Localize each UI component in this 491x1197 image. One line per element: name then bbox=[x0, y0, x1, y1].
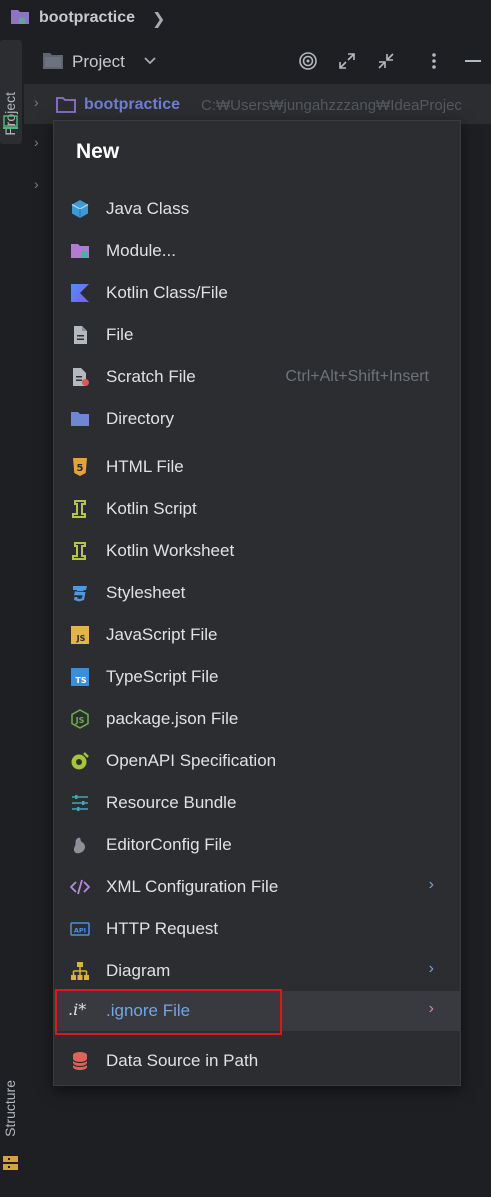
shortcut-label: Ctrl+Alt+Shift+Insert bbox=[285, 368, 429, 385]
submenu-arrow-icon: › bbox=[428, 876, 434, 893]
project-tab-label: Project bbox=[2, 92, 18, 136]
kotlin-icon bbox=[71, 284, 89, 302]
menu-title: New bbox=[76, 140, 120, 163]
menu-item-kotlin-worksheet[interactable]: Kotlin Worksheet bbox=[54, 531, 460, 571]
pane-folder-icon bbox=[42, 52, 64, 75]
collapse-all-icon[interactable] bbox=[375, 50, 397, 72]
menu-item-xml-configuration[interactable]: XML Configuration File › bbox=[54, 867, 460, 907]
svg-text:TS: TS bbox=[75, 676, 86, 685]
menu-item-scratch-file[interactable]: Scratch File Ctrl+Alt+Shift+Insert bbox=[54, 357, 460, 397]
menu-item-package-json[interactable]: JS package.json File bbox=[54, 699, 460, 739]
xml-icon bbox=[70, 879, 90, 895]
java-class-icon bbox=[71, 200, 89, 218]
expand-all-icon[interactable] bbox=[336, 50, 358, 72]
menu-item-data-source-in-path[interactable]: Data Source in Path bbox=[54, 1041, 460, 1081]
typescript-icon: TS bbox=[71, 668, 89, 686]
menu-item-diagram[interactable]: Diagram › bbox=[54, 951, 460, 991]
svg-text:API: API bbox=[74, 927, 86, 935]
locate-icon[interactable] bbox=[297, 50, 319, 72]
javascript-icon: JS bbox=[71, 626, 89, 644]
kotlin-worksheet-icon bbox=[72, 542, 86, 560]
nodejs-icon: JS bbox=[71, 709, 89, 729]
submenu-arrow-icon: › bbox=[428, 1000, 434, 1017]
menu-item-resource-bundle[interactable]: Resource Bundle bbox=[54, 783, 460, 823]
tree-root-row[interactable]: › bootpractice C:₩Users₩jungahzzzang₩Ide… bbox=[24, 84, 491, 124]
svg-text:5: 5 bbox=[77, 463, 84, 474]
breadcrumb-chevron-icon: ❯ bbox=[152, 11, 166, 28]
menu-item-editorconfig-file[interactable]: EditorConfig File bbox=[54, 825, 460, 865]
left-tool-stripe bbox=[0, 38, 25, 1197]
tree-expand-arrow-icon[interactable]: › bbox=[34, 134, 39, 150]
kotlin-script-icon bbox=[72, 500, 86, 518]
navigation-breadcrumb: bootpractice ❯ bbox=[0, 0, 491, 38]
annotation-highlight-box bbox=[55, 989, 282, 1035]
menu-item-javascript-file[interactable]: JS JavaScript File bbox=[54, 615, 460, 655]
api-icon: API bbox=[70, 922, 90, 936]
diagram-icon bbox=[71, 962, 89, 980]
file-icon bbox=[74, 326, 87, 344]
menu-item-typescript-file[interactable]: TS TypeScript File bbox=[54, 657, 460, 697]
scratch-file-icon bbox=[73, 368, 89, 386]
menu-item-directory[interactable]: Directory bbox=[54, 399, 460, 439]
structure-tab-label[interactable]: Structure bbox=[2, 1080, 18, 1137]
menu-item-stylesheet[interactable]: Stylesheet bbox=[54, 573, 460, 613]
tree-root-name: bootpractice bbox=[84, 96, 181, 113]
database-icon bbox=[72, 1052, 88, 1070]
menu-item-kotlin-class[interactable]: Kotlin Class/File bbox=[54, 273, 460, 313]
project-window-icon bbox=[3, 115, 18, 129]
structure-icon[interactable] bbox=[3, 1156, 18, 1170]
menu-item-module[interactable]: Module... bbox=[54, 231, 460, 271]
pane-title[interactable]: Project bbox=[72, 52, 125, 72]
directory-icon bbox=[71, 412, 89, 426]
css3-icon bbox=[73, 586, 87, 602]
menu-item-java-class[interactable]: Java Class bbox=[54, 189, 460, 229]
module-icon bbox=[71, 244, 89, 258]
submenu-arrow-icon: › bbox=[428, 960, 434, 977]
editorconfig-icon bbox=[73, 837, 86, 854]
new-popup-menu: New Java Class Module... Kotlin Class/Fi… bbox=[53, 120, 461, 1086]
resource-bundle-icon bbox=[72, 795, 88, 811]
menu-item-http-request[interactable]: API HTTP Request bbox=[54, 909, 460, 949]
project-tool-tab[interactable]: Project bbox=[0, 40, 22, 144]
project-pane-header: Project bbox=[24, 38, 491, 84]
menu-item-html-file[interactable]: 5 HTML File bbox=[54, 447, 460, 487]
view-dropdown-chevron-down-icon[interactable] bbox=[144, 53, 156, 69]
openapi-icon bbox=[71, 752, 89, 770]
svg-text:JS: JS bbox=[75, 716, 85, 725]
project-folder-icon bbox=[10, 8, 30, 31]
svg-text:JS: JS bbox=[76, 634, 86, 643]
expand-arrow-icon[interactable]: › bbox=[34, 94, 39, 110]
menu-item-openapi-specification[interactable]: OpenAPI Specification bbox=[54, 741, 460, 781]
breadcrumb-project-name[interactable]: bootpractice bbox=[39, 9, 135, 27]
root-folder-icon bbox=[56, 97, 76, 118]
html5-icon: 5 bbox=[73, 458, 87, 476]
menu-item-kotlin-script[interactable]: Kotlin Script bbox=[54, 489, 460, 529]
minimize-icon[interactable] bbox=[462, 50, 484, 72]
more-options-icon[interactable] bbox=[423, 50, 445, 72]
menu-item-file[interactable]: File bbox=[54, 315, 460, 355]
tree-expand-arrow-icon[interactable]: › bbox=[34, 176, 39, 192]
tree-root-path: C:₩Users₩jungahzzzang₩IdeaProjec bbox=[201, 97, 462, 114]
